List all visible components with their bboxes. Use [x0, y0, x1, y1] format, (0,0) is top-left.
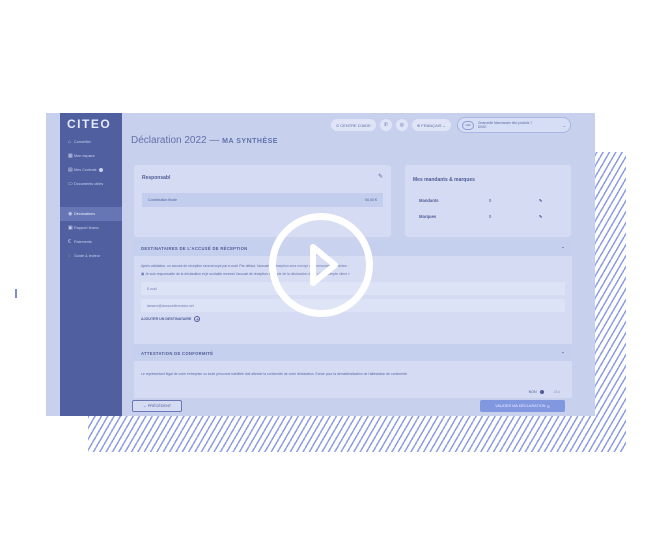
chevron-down-icon: ⌄	[441, 122, 446, 128]
row-value: 0	[489, 198, 492, 203]
sidebar-item-declarations[interactable]: ◉ Déclarations	[60, 207, 122, 221]
sidebar: CITEO ⌂ Conseiller ▦ Mon espace ▤ Mes Co…	[60, 113, 122, 416]
section-title: ATTESTATION DE CONFORMITÉ	[141, 350, 214, 356]
mandants-card: Mes mandants & marques Mandants 0 ✎ Marq…	[405, 165, 571, 237]
footer-bar: ← PRÉCÉDENT VALIDER MA DÉCLARATION ⊙	[122, 398, 595, 416]
user-menu[interactable]: GM Gwenaelle Marchandre télé-produits ? …	[457, 117, 571, 133]
decorative-tick	[15, 289, 17, 298]
sidebar-item-conseiller[interactable]: ⌂ Conseiller	[60, 135, 122, 149]
avatar: GM	[462, 120, 474, 130]
row-value: 0	[489, 214, 492, 219]
notification-badge	[98, 168, 103, 172]
sidebar-item-label: Guide & lecteur	[74, 254, 101, 258]
mandants-row: Mandants 0 ✎	[419, 198, 559, 203]
user-info: Gwenaelle Marchandre télé-produits ? DIM…	[478, 121, 561, 129]
chevron-down-icon: ⌄	[562, 122, 566, 128]
sidebar-nav: ⌂ Conseiller ▦ Mon espace ▤ Mes Contrats…	[60, 135, 122, 263]
card-title: Mes mandants & marques	[413, 177, 475, 183]
sidebar-item-label: Mes Contrats	[74, 168, 97, 172]
contribution-label: Contribution finale	[148, 198, 177, 202]
citeo-logo: CITEO	[67, 117, 112, 131]
plus-icon: +	[194, 316, 201, 322]
section-title: DESTINATAIRES DE L'ACCUSÉ DE RÉCEPTION	[141, 245, 248, 251]
language-select[interactable]: ⊕ FRANÇAIS ⌄	[411, 119, 451, 131]
contribution-row: Contribution finale 00,00 €	[142, 193, 383, 207]
chevron-up-icon: ⌃	[561, 245, 565, 251]
phone-button[interactable]: ✆	[379, 119, 392, 131]
section-body: Le représentant légal de votre entrepris…	[134, 361, 572, 384]
topbar: ⊙ CENTRE D'AIDE ✆ ◎ ⊕ FRANÇAIS ⌄ GM Gwen…	[122, 116, 595, 134]
sidebar-item-label: Documents utiles	[74, 182, 104, 186]
radio-no-label: NON	[528, 390, 537, 394]
help-center-label: CENTRE D'AIDE	[340, 122, 371, 128]
validate-declaration-button[interactable]: VALIDER MA DÉCLARATION ⊙	[480, 400, 565, 412]
sidebar-item-rapport[interactable]: ▣ Rapport financ.	[60, 221, 122, 235]
help-center-button[interactable]: ⊙ CENTRE D'AIDE	[330, 119, 376, 131]
sidebar-item-label: Rapport financ.	[74, 226, 100, 230]
card-title: Responsabl	[142, 175, 171, 181]
sidebar-item-paiements[interactable]: € Paiements	[60, 235, 122, 249]
sidebar-item-guide[interactable]: ◌ Guide & lecteur	[60, 249, 122, 263]
sidebar-item-mes-contrats[interactable]: ▤ Mes Contrats	[60, 163, 122, 177]
sidebar-item-label: Mon espace	[74, 154, 95, 158]
contribution-value: 00,00 €	[365, 198, 377, 202]
marques-row: Marques 0 ✎	[419, 214, 559, 219]
chevron-up-icon: ⌃	[561, 350, 565, 356]
language-label: FRANÇAIS	[421, 122, 442, 128]
chat-icon: ◎	[399, 122, 405, 128]
validate-label: VALIDER MA DÉCLARATION	[495, 404, 546, 408]
page-title-text: Déclaration 2022	[131, 135, 207, 146]
conformity-radio-group[interactable]: NON OUI	[529, 390, 560, 394]
user-org: DIMO	[478, 125, 487, 129]
add-recipient-label: AJOUTER UN DESTINATAIRE	[141, 317, 192, 321]
conformity-text: Le représentant légal de votre entrepris…	[141, 372, 408, 376]
radio-selected-icon[interactable]	[539, 390, 544, 394]
page-title: Déclaration 2022 — MA SYNTHÈSE	[131, 135, 278, 146]
add-recipient-button[interactable]: AJOUTER UN DESTINATAIRE +	[141, 316, 565, 322]
hatch-decoration-bottom	[88, 414, 626, 452]
previous-button[interactable]: ← PRÉCÉDENT	[132, 400, 182, 412]
chat-button[interactable]: ◎	[395, 119, 408, 131]
edit-icon[interactable]: ✎	[378, 173, 383, 180]
row-label: Mandants	[419, 198, 439, 203]
play-button[interactable]	[269, 213, 373, 317]
radio-yes-label[interactable]: OUI	[554, 390, 560, 394]
sidebar-item-label: Paiements	[74, 240, 92, 244]
sidebar-item-label: Conseiller	[74, 140, 91, 144]
sidebar-item-documents[interactable]: ▭ Documents utiles	[60, 177, 122, 191]
title-separator: —	[209, 135, 220, 146]
section-header[interactable]: ATTESTATION DE CONFORMITÉ ⌃	[134, 345, 572, 361]
phone-icon: ✆	[383, 122, 388, 128]
edit-icon[interactable]: ✎	[539, 214, 543, 219]
conformity-section: ATTESTATION DE CONFORMITÉ ⌃ Le représent…	[134, 345, 572, 399]
page-subtitle: MA SYNTHÈSE	[222, 138, 278, 145]
sidebar-item-label: Déclarations	[74, 212, 96, 216]
row-label: Marques	[419, 214, 437, 219]
sidebar-item-mon-espace[interactable]: ▦ Mon espace	[60, 149, 122, 163]
play-icon	[310, 244, 338, 286]
chevron-right-icon: ⊙	[545, 404, 550, 409]
hatch-decoration-right	[593, 152, 626, 452]
edit-icon[interactable]: ✎	[539, 198, 543, 203]
